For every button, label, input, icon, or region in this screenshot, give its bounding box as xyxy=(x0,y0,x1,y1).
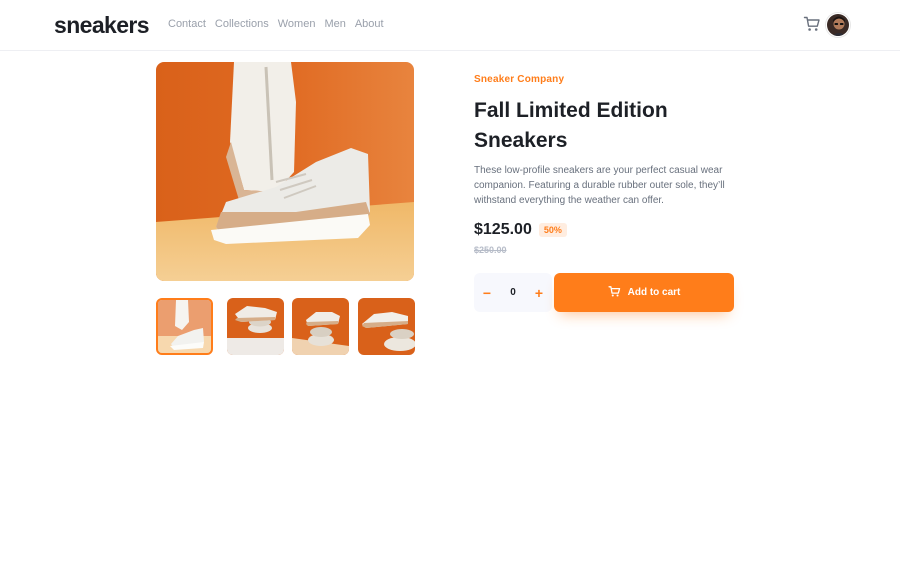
plus-button[interactable]: + xyxy=(532,286,546,300)
cart-icon xyxy=(608,285,621,301)
add-to-cart-label: Add to cart xyxy=(627,287,681,298)
discount-badge: 50% xyxy=(538,223,567,237)
product-main-image[interactable] xyxy=(156,62,414,281)
quantity-stepper: − 0 + xyxy=(474,273,552,312)
thumbnail-1[interactable] xyxy=(156,298,213,355)
nav-link-men[interactable]: Men xyxy=(324,18,345,30)
add-to-cart-button[interactable]: Add to cart xyxy=(554,273,734,312)
logo[interactable]: sneakers xyxy=(54,12,150,39)
avatar[interactable] xyxy=(826,13,850,37)
main-nav: Contact Collections Women Men About xyxy=(168,18,384,30)
product-description: These low-profile sneakers are your perf… xyxy=(474,165,725,206)
company-name: Sneaker Company xyxy=(474,74,565,85)
current-price: $125.00 xyxy=(474,221,532,238)
thumbnail-4[interactable] xyxy=(358,298,415,355)
nav-link-women[interactable]: Women xyxy=(278,18,316,30)
cart-icon[interactable] xyxy=(803,15,821,33)
minus-button[interactable]: − xyxy=(480,286,494,300)
nav-link-collections[interactable]: Collections xyxy=(215,18,269,30)
thumbnail-2[interactable] xyxy=(227,298,284,355)
site-header: sneakers Contact Collections Women Men A… xyxy=(0,0,900,51)
original-price: $250.00 xyxy=(474,245,507,255)
product-title: Fall Limited Edition Sneakers xyxy=(474,99,668,152)
thumbnail-3[interactable] xyxy=(292,298,349,355)
nav-link-about[interactable]: About xyxy=(355,18,384,30)
quantity-value: 0 xyxy=(510,287,516,298)
nav-link-contact[interactable]: Contact xyxy=(168,18,206,30)
price-row: $125.00 50% xyxy=(474,221,567,239)
